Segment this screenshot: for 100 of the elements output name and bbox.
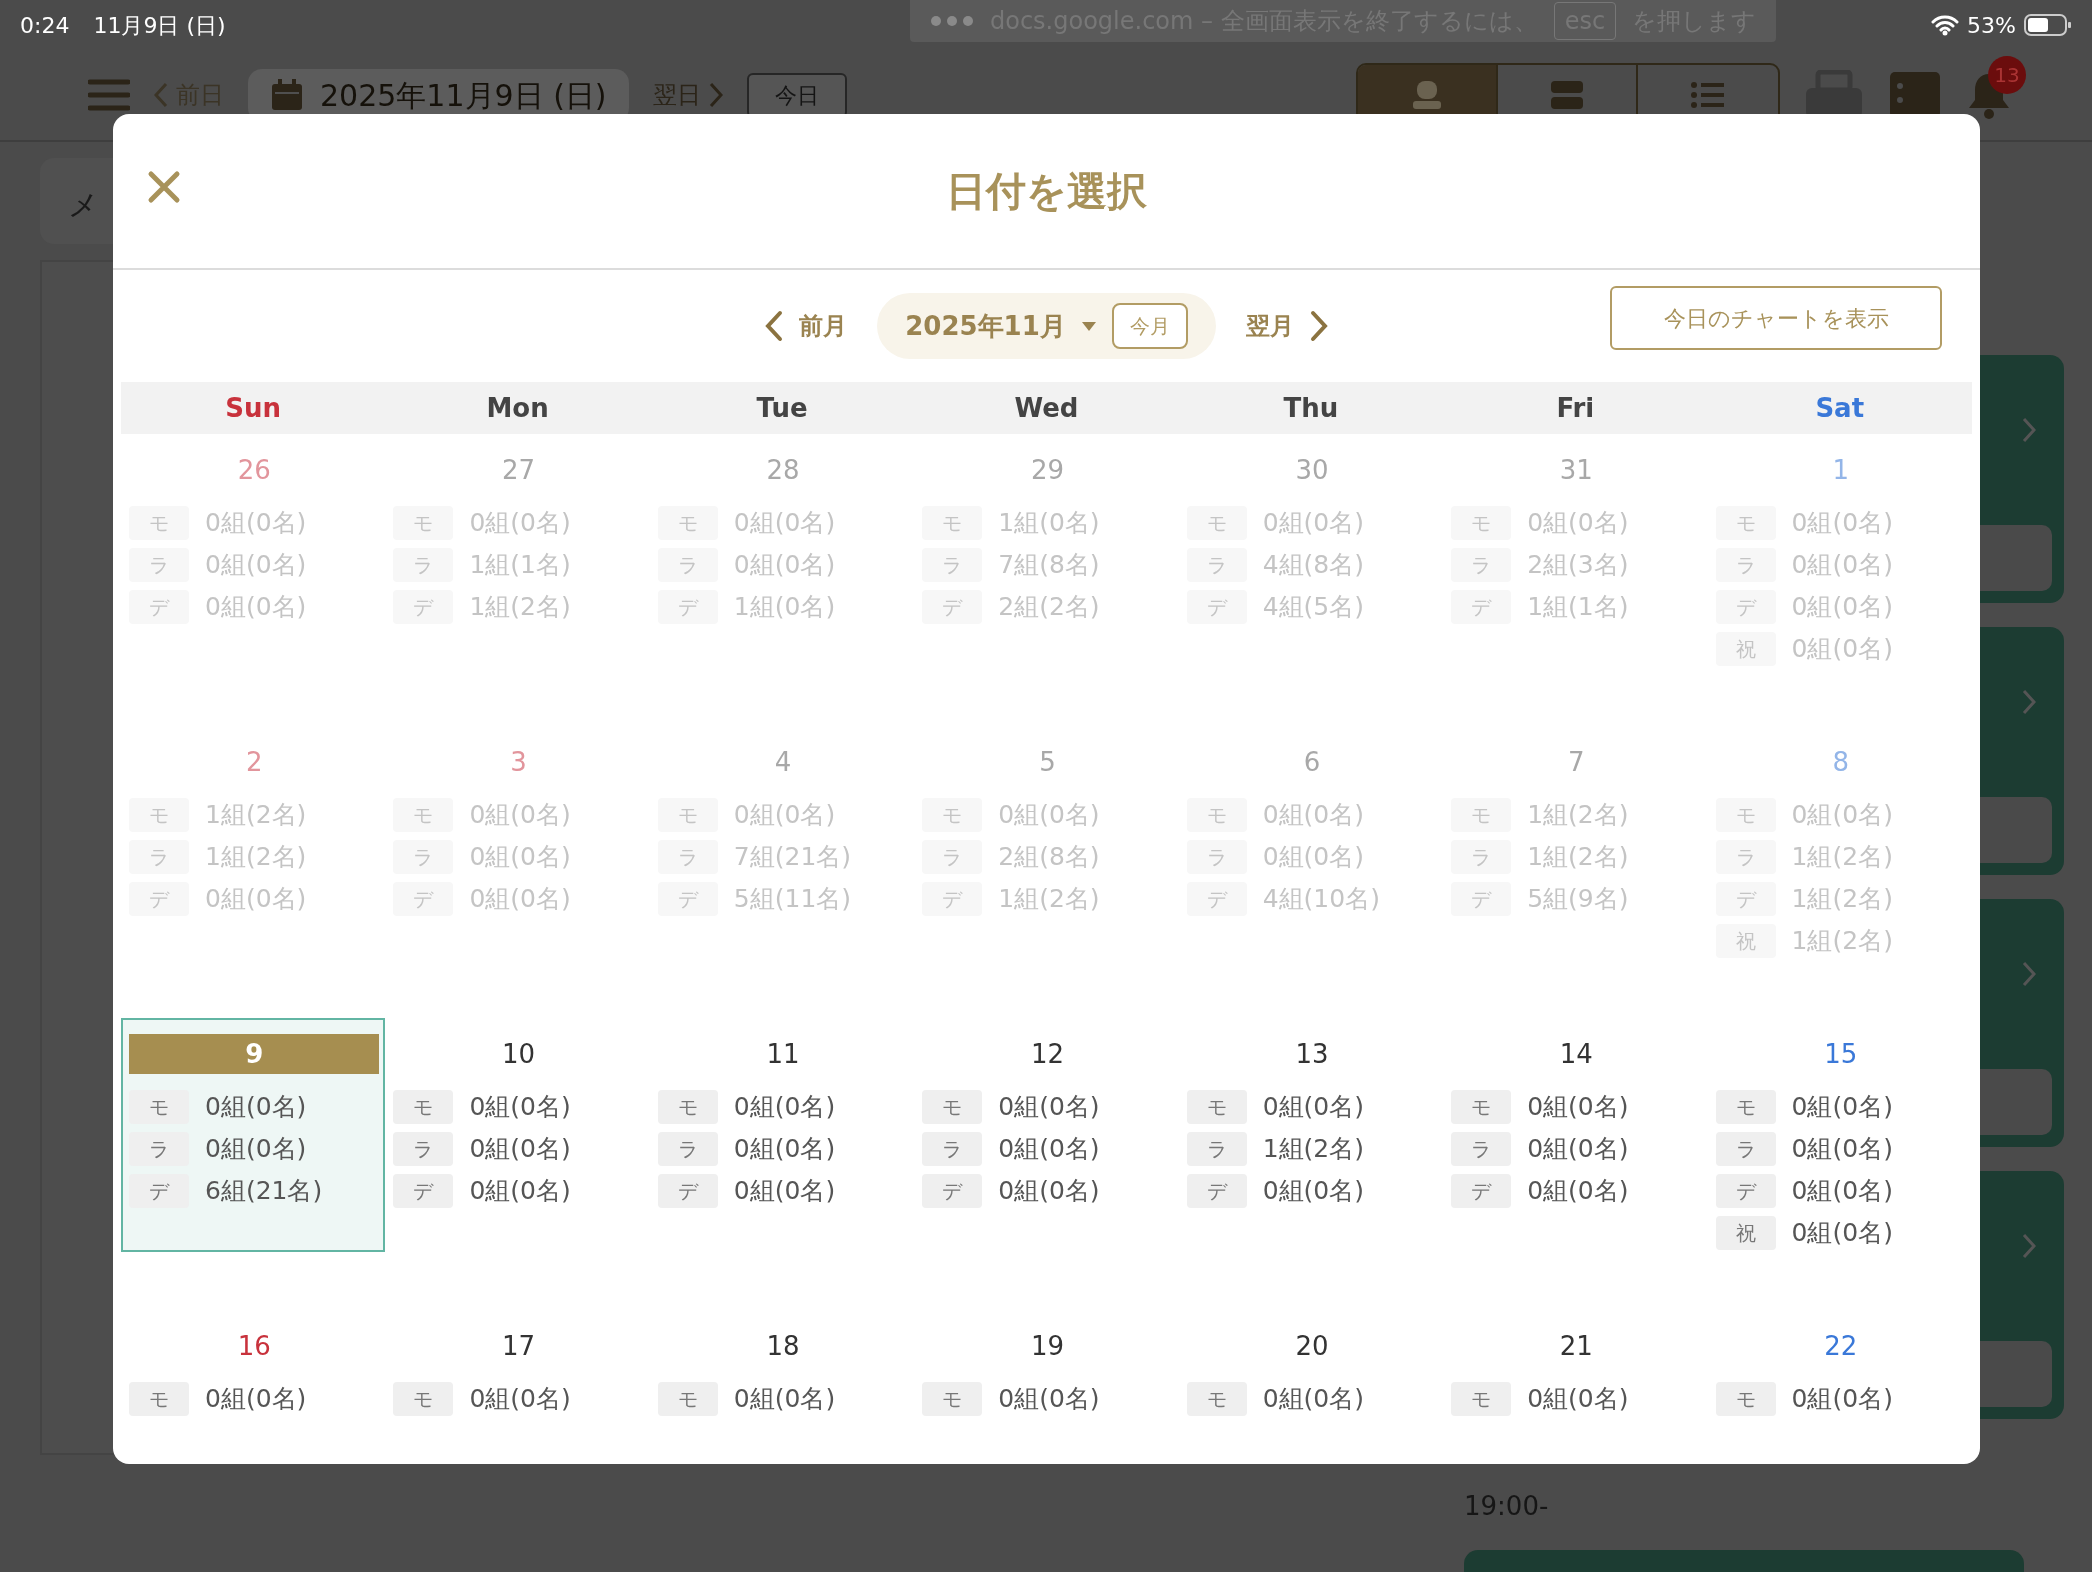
reservation-count: 1組(2名): [1791, 841, 1893, 874]
battery-icon: [2024, 13, 2072, 37]
reservation-count: 0組(0名): [998, 1175, 1100, 1208]
reservation-count: 0組(0名): [733, 1091, 836, 1124]
reservation-count: 5組(11名): [733, 883, 852, 916]
day-cell[interactable]: 15 モ 0組(0名) ラ 0組(0名) デ 0組(0名) 祝 0組(0名): [1707, 1018, 1972, 1310]
reservation-count: 1組(1名): [1527, 591, 1629, 624]
prev-month-button[interactable]: 前月: [759, 307, 854, 345]
day-number: 12: [1029, 1038, 1066, 1071]
category-tag: モ: [922, 1382, 983, 1416]
reservation-count: 0組(0名): [469, 883, 571, 916]
reservation-count: 0組(0名): [205, 591, 307, 624]
reservation-count: 1組(2名): [205, 799, 307, 832]
category-tag: ラ: [129, 1132, 189, 1166]
day-number: 6: [1302, 746, 1322, 779]
calendar-icon: [270, 78, 304, 112]
category-tag: モ: [1186, 1090, 1247, 1124]
month-dropdown[interactable]: 2025年11月: [905, 306, 1096, 346]
day-number: 22: [1823, 1330, 1859, 1363]
day-cell[interactable]: 10 モ 0組(0名) ラ 0組(0名) デ 0組(0名): [385, 1018, 650, 1310]
reservation-count: 1組(2名): [469, 591, 571, 624]
category-tag: デ: [129, 1174, 189, 1208]
day-number: 19: [1029, 1330, 1066, 1363]
weekday-label: Thu: [1282, 391, 1340, 425]
reservation-count: 0組(0名): [1262, 841, 1365, 874]
category-tag: 祝: [1715, 1216, 1776, 1250]
reservation-count: 0組(0名): [998, 799, 1100, 832]
category-tag: デ: [657, 1174, 718, 1208]
reservation-count: 5組(9名): [1527, 883, 1629, 916]
day-number: 20: [1294, 1330, 1330, 1363]
status-date: 11月9日 (日): [93, 11, 226, 40]
reservation-count: 0組(0名): [205, 883, 307, 916]
reservation-count: 2組(3名): [1527, 549, 1629, 582]
reservation-count: 0組(0名): [1791, 1383, 1893, 1416]
day-number: 14: [1558, 1038, 1594, 1071]
this-month-button[interactable]: 今月: [1111, 303, 1188, 349]
reservation-count: 0組(0名): [1262, 507, 1365, 540]
chevron-right-icon: [2022, 1233, 2036, 1259]
day-number: 21: [1558, 1330, 1594, 1363]
day-cell[interactable]: 22 モ 0組(0名): [1707, 1310, 1972, 1464]
reservation-count: 0組(0名): [1527, 1175, 1629, 1208]
reservation-count: 0組(0名): [1791, 799, 1893, 832]
day-cell[interactable]: 14 モ 0組(0名) ラ 0組(0名) デ 0組(0名): [1443, 1018, 1708, 1310]
reservation-count: 7組(21名): [733, 841, 852, 874]
weekday-label: Wed: [1013, 391, 1080, 425]
reservation-count: 1組(2名): [1527, 841, 1629, 874]
reservation-count: 0組(0名): [205, 507, 307, 540]
reservation-count: 0組(0名): [469, 1133, 571, 1166]
category-tag: ラ: [1715, 1132, 1776, 1166]
reservation-count: 0組(0名): [469, 507, 571, 540]
chevron-left-icon: [154, 82, 168, 108]
day-cell[interactable]: 19 モ 0組(0名): [914, 1310, 1179, 1464]
reservation-count: 1組(2名): [1791, 925, 1893, 958]
show-today-chart-button[interactable]: 今日のチャートを表示: [1610, 286, 1942, 350]
reservation-count: 0組(0名): [733, 1133, 836, 1166]
day-cell[interactable]: 18 モ 0組(0名): [649, 1310, 915, 1464]
reservation-count: 0組(0名): [1791, 591, 1893, 624]
chevron-right-icon: [708, 82, 723, 108]
day-cell[interactable]: 20 モ 0組(0名): [1178, 1310, 1444, 1464]
weekday-label: Sat: [1814, 391, 1866, 425]
category-tag: モ: [657, 1090, 718, 1124]
day-number: 8: [1831, 746, 1851, 779]
reservation-count: 0組(0名): [205, 549, 307, 582]
category-tag: ラ: [922, 1132, 983, 1166]
reservation-count: 0組(0名): [733, 507, 836, 540]
notification-badge: 13: [1988, 56, 2026, 94]
day-cell[interactable]: 16 モ 0組(0名): [121, 1310, 386, 1464]
category-tag: モ: [1186, 1382, 1247, 1416]
close-button[interactable]: [147, 170, 181, 204]
day-number: 28: [765, 454, 801, 487]
reservation-count: 1組(2名): [1262, 1133, 1365, 1166]
day-cell[interactable]: 17 モ 0組(0名): [385, 1310, 650, 1464]
reservation-count: 4組(10名): [1262, 883, 1380, 916]
category-tag: モ: [922, 1090, 983, 1124]
next-month-button[interactable]: 翌月: [1239, 307, 1334, 345]
category-tag: モ: [129, 1382, 189, 1416]
day-cell[interactable]: 11 モ 0組(0名) ラ 0組(0名) デ 0組(0名): [649, 1018, 915, 1310]
day-cell[interactable]: 21 モ 0組(0名): [1443, 1310, 1708, 1464]
day-number: 26: [236, 454, 272, 487]
day-number: 16: [236, 1330, 272, 1363]
chevron-right-icon: [2022, 417, 2036, 443]
category-tag: モ: [1715, 1382, 1776, 1416]
day-cell[interactable]: 12 モ 0組(0名) ラ 0組(0名) デ 0組(0名): [914, 1018, 1179, 1310]
reservation-count: 1組(2名): [205, 841, 307, 874]
day-cell[interactable]: 13 モ 0組(0名) ラ 1組(2名) デ 0組(0名): [1178, 1018, 1444, 1310]
reservation-count: 0組(0名): [733, 799, 836, 832]
reservation-count: 0組(0名): [205, 1133, 307, 1166]
category-tag: デ: [1186, 1174, 1247, 1208]
reservation-count: 0組(0名): [998, 1133, 1100, 1166]
reservation-count: 0組(0名): [1262, 799, 1365, 832]
category-tag: モ: [1451, 1090, 1512, 1124]
category-tag: モ: [657, 1382, 718, 1416]
reservation-count: 0組(0名): [469, 1091, 571, 1124]
reservation-count: 0組(0名): [733, 1175, 836, 1208]
day-number: 29: [1029, 454, 1066, 487]
day-number: 13: [1294, 1038, 1330, 1071]
category-tag: デ: [1451, 1174, 1512, 1208]
day-number: 17: [501, 1330, 537, 1363]
day-number: 7: [1567, 746, 1586, 779]
day-cell[interactable]: 9 モ 0組(0名) ラ 0組(0名) デ 6組(21名): [121, 1018, 386, 1252]
